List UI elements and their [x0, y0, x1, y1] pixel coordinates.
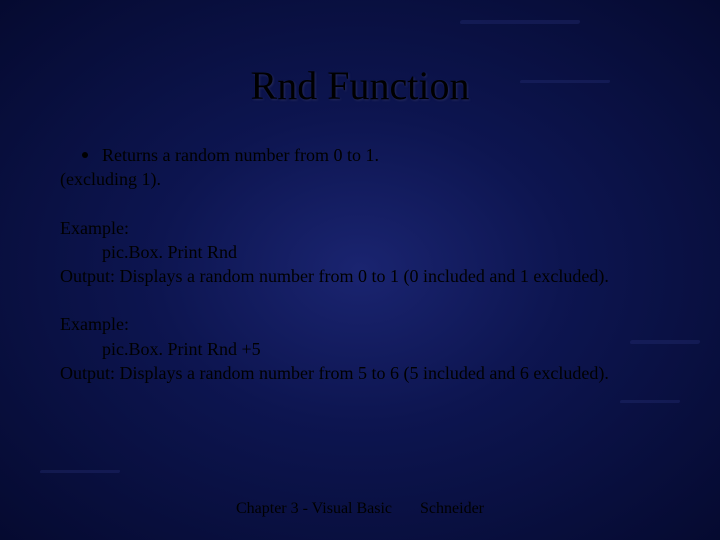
bullet-text: Returns a random number from 0 to 1.	[102, 143, 379, 167]
bullet-item: Returns a random number from 0 to 1.	[60, 143, 660, 167]
example-2-output: Output: Displays a random number from 5 …	[60, 361, 660, 385]
footer-chapter: Chapter 3 - Visual Basic	[236, 500, 392, 517]
slide-title: Rnd Function	[0, 0, 720, 109]
slide-body: Returns a random number from 0 to 1. (ex…	[0, 109, 720, 385]
example-2: Example: pic.Box. Print Rnd +5 Output: D…	[60, 312, 660, 385]
slide: Rnd Function Returns a random number fro…	[0, 0, 720, 540]
example-1-label: Example:	[60, 216, 660, 240]
bullet-icon	[82, 152, 88, 158]
example-2-code: pic.Box. Print Rnd +5	[60, 337, 660, 361]
example-1: Example: pic.Box. Print Rnd Output: Disp…	[60, 216, 660, 289]
bullet-subtext: (excluding 1).	[60, 167, 660, 191]
example-1-output: Output: Displays a random number from 0 …	[60, 264, 660, 288]
example-1-code: pic.Box. Print Rnd	[60, 240, 660, 264]
footer: Chapter 3 - Visual Basic Schneider	[0, 500, 720, 518]
example-2-label: Example:	[60, 312, 660, 336]
footer-author: Schneider	[420, 500, 484, 517]
